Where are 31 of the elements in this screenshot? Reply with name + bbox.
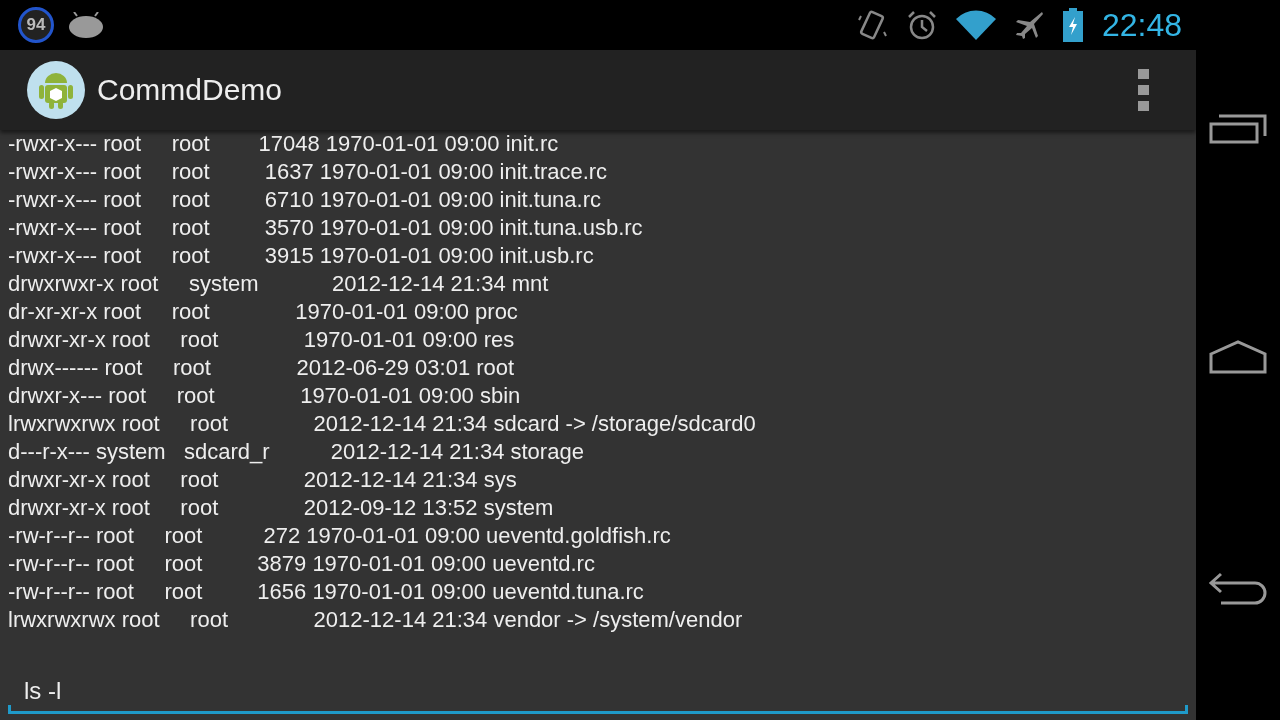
overflow-menu-icon[interactable] xyxy=(1138,69,1150,111)
notification-badge: 94 xyxy=(18,7,54,43)
airplane-icon xyxy=(1013,10,1044,40)
charging-battery-icon xyxy=(1061,8,1084,42)
output-line: -rw-r--r-- root root 272 1970-01-01 09:00 ueventd.goldfish.rc xyxy=(8,522,672,550)
wifi-icon xyxy=(955,10,996,40)
app-title: CommdDemo xyxy=(97,73,284,107)
output-line: -rw-r--r-- root root 1656 1970-01-01 09:00 ueventd.tuna.rc xyxy=(8,578,645,606)
back-icon[interactable] xyxy=(1207,570,1269,606)
output-line: -rwxr-x--- root root 3570 1970-01-01 09:00 init.tuna.usb.rc xyxy=(8,214,644,242)
clock-time: 22:48 xyxy=(1101,6,1182,44)
output-line: drwxr-xr-x root root 2012-09-12 13:52 system xyxy=(8,494,555,522)
android-head-icon xyxy=(68,12,104,38)
output-line: drwxr-xr-x root root 1970-01-01 09:00 res xyxy=(8,326,516,354)
output-line: -rw-r--r-- root root 3879 1970-01-01 09:00 ueventd.rc xyxy=(8,550,596,578)
app-icon[interactable] xyxy=(27,61,85,119)
output-line: -rwxr-x--- root root 6710 1970-01-01 09:00 init.tuna.rc xyxy=(8,186,603,214)
output-line: drwxrwxr-x root system 2012-12-14 21:34 mnt xyxy=(8,270,550,298)
recent-apps-icon[interactable] xyxy=(1209,114,1267,144)
home-icon[interactable] xyxy=(1209,340,1267,374)
output-line: lrwxrwxrwx root root 2012-12-14 21:34 sdcard -> /storage/sdcard0 xyxy=(8,410,757,438)
output-line: lrwxrwxrwx root root 2012-12-14 21:34 vendor -> /system/vendor xyxy=(8,606,744,634)
output-line: -rwxr-x--- root root 3915 1970-01-01 09:00 init.usb.rc xyxy=(8,242,595,270)
output-line: dr-xr-xr-x root root 1970-01-01 09:00 proc xyxy=(8,298,519,326)
output-line: drwx------ root root 2012-06-29 03:01 root xyxy=(8,354,516,382)
output-line: -rwxr-x--- root root 1637 1970-01-01 09:00 init.trace.rc xyxy=(8,158,609,186)
vibrate-icon xyxy=(857,8,888,42)
output-line: d---r-x--- system sdcard_r 2012-12-14 21:34 storage xyxy=(8,438,585,466)
output-line: drwxr-xr-x root root 2012-12-14 21:34 sys xyxy=(8,466,518,494)
output-line: drwxr-x--- root root 1970-01-01 09:00 sbin xyxy=(8,382,522,410)
output-line: -rwxr-x--- root root 17048 1970-01-01 09:00 init.rc xyxy=(8,130,560,158)
